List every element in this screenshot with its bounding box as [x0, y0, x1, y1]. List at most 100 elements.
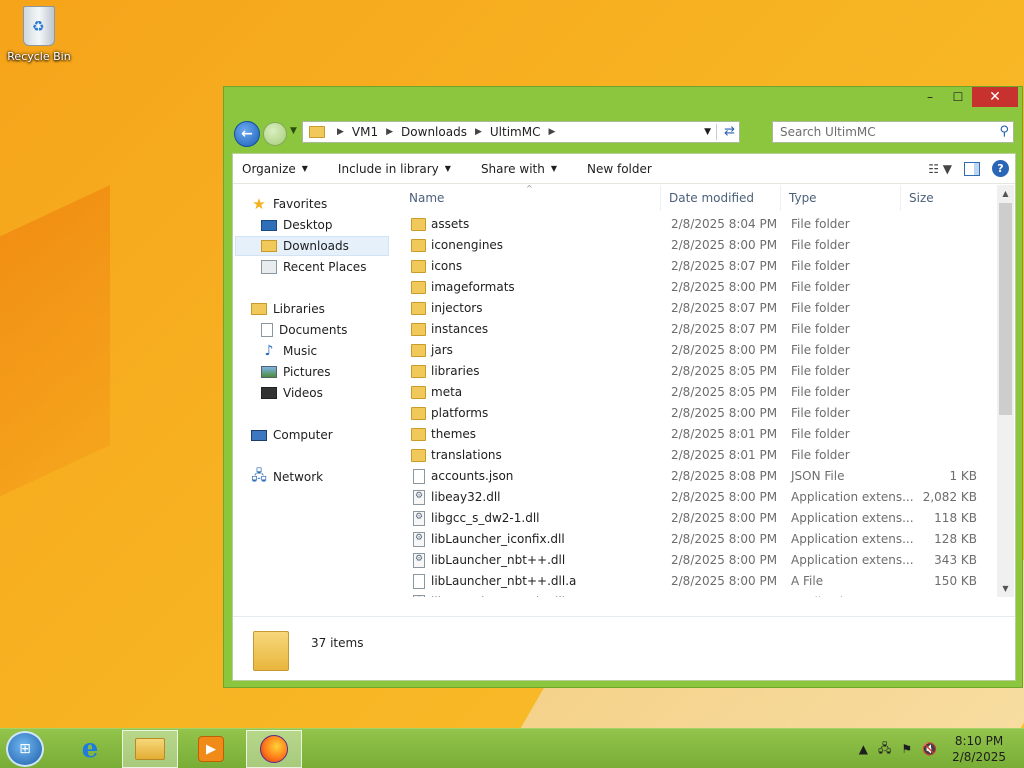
- chevron-right-icon[interactable]: ▶: [337, 127, 344, 137]
- file-row[interactable]: libLauncher_quazip.dll 2/8/2025 8:00 PM Ap…: [401, 592, 999, 597]
- recent-locations-dropdown[interactable]: ▼: [290, 126, 297, 136]
- back-button[interactable]: ←: [234, 121, 260, 147]
- column-header-size[interactable]: Size: [901, 185, 999, 211]
- title-bar[interactable]: – ☐ ✕: [224, 87, 1022, 115]
- file-name: instances: [431, 322, 489, 336]
- nav-item-music[interactable]: ♪ Music: [261, 341, 318, 361]
- taskbar-internet-explorer[interactable]: e: [62, 730, 118, 768]
- show-hidden-icons-icon[interactable]: ▲: [859, 742, 868, 756]
- file-row[interactable]: libLauncher_nbt++.dll 2/8/2025 8:00 PM App…: [401, 550, 999, 571]
- column-header-name[interactable]: Name ^: [401, 185, 661, 211]
- taskbar-file-explorer[interactable]: [122, 730, 178, 768]
- close-button[interactable]: ✕: [972, 87, 1018, 107]
- taskbar-media-player[interactable]: ▶: [183, 730, 239, 768]
- file-size: 314 KB: [934, 595, 977, 597]
- file-name: iconengines: [431, 238, 504, 252]
- dll-file-icon: [413, 595, 425, 597]
- nav-item-favorites[interactable]: ★ Favorites: [251, 194, 327, 214]
- column-header-type[interactable]: Type: [781, 185, 901, 211]
- file-type: File folder: [791, 427, 850, 441]
- vertical-scrollbar[interactable]: ▲ ▼: [997, 185, 1014, 597]
- file-row[interactable]: icons 2/8/2025 8:07 PM File folder: [401, 256, 999, 277]
- share-with-button[interactable]: Share with ▼: [481, 162, 557, 176]
- network-tray-icon[interactable]: 🖧: [878, 739, 891, 760]
- file-row[interactable]: meta 2/8/2025 8:05 PM File folder: [401, 382, 999, 403]
- file-row[interactable]: libLauncher_iconfix.dll 2/8/2025 8:00 PM A…: [401, 529, 999, 550]
- scrollbar-thumb[interactable]: [999, 203, 1012, 415]
- nav-item-libraries[interactable]: Libraries: [251, 299, 325, 319]
- file-row[interactable]: libraries 2/8/2025 8:05 PM File folder: [401, 361, 999, 382]
- clock[interactable]: 8:10 PM 2/8/2025: [952, 733, 1006, 765]
- file-row[interactable]: libgcc_s_dw2-1.dll 2/8/2025 8:00 PM Applic…: [401, 508, 999, 529]
- file-row[interactable]: themes 2/8/2025 8:01 PM File folder: [401, 424, 999, 445]
- scroll-down-icon[interactable]: ▼: [997, 580, 1014, 597]
- folder-icon: [411, 260, 426, 273]
- nav-item-documents[interactable]: Documents: [261, 320, 347, 340]
- nav-item-downloads[interactable]: Downloads: [235, 236, 389, 256]
- minimize-button[interactable]: –: [916, 87, 944, 107]
- chevron-right-icon[interactable]: ▶: [386, 127, 393, 137]
- file-row[interactable]: jars 2/8/2025 8:00 PM File folder: [401, 340, 999, 361]
- nav-item-desktop[interactable]: Desktop: [261, 215, 333, 235]
- volume-muted-icon[interactable]: 🔇: [922, 742, 937, 756]
- search-input[interactable]: Search UltimMC ⚲: [772, 121, 1014, 143]
- file-row[interactable]: translations 2/8/2025 8:01 PM File folder: [401, 445, 999, 466]
- file-row[interactable]: assets 2/8/2025 8:04 PM File folder: [401, 214, 999, 235]
- file-name: jars: [431, 343, 453, 357]
- file-date-modified: 2/8/2025 8:07 PM: [671, 322, 778, 336]
- file-name: libLauncher_nbt++.dll: [431, 553, 566, 567]
- chevron-right-icon[interactable]: ▶: [548, 127, 555, 137]
- breadcrumb-vm1[interactable]: VM1: [352, 125, 378, 139]
- file-row[interactable]: libLauncher_nbt++.dll.a 2/8/2025 8:00 PM A…: [401, 571, 999, 592]
- file-row[interactable]: imageformats 2/8/2025 8:00 PM File folder: [401, 277, 999, 298]
- maximize-button[interactable]: ☐: [944, 87, 972, 107]
- change-view-icon[interactable]: ☷ ▼: [928, 162, 952, 176]
- file-type: File folder: [791, 259, 850, 273]
- chevron-right-icon[interactable]: ▶: [475, 127, 482, 137]
- organize-button[interactable]: Organize ▼: [242, 162, 308, 176]
- file-row[interactable]: injectors 2/8/2025 8:07 PM File folder: [401, 298, 999, 319]
- start-button[interactable]: ⊞: [6, 731, 44, 767]
- back-arrow-icon: ←: [241, 126, 253, 142]
- preview-pane-icon[interactable]: [964, 161, 980, 176]
- refresh-icon[interactable]: ⇄: [724, 124, 735, 139]
- file-row[interactable]: iconengines 2/8/2025 8:00 PM File folder: [401, 235, 999, 256]
- file-row[interactable]: instances 2/8/2025 8:07 PM File folder: [401, 319, 999, 340]
- address-bar[interactable]: ▶ VM1 ▶ Downloads ▶ UltimMC ▶ ▼ ⇄: [302, 121, 740, 143]
- column-header-date-modified[interactable]: Date modified: [661, 185, 781, 211]
- nav-item-computer[interactable]: Computer: [251, 425, 333, 445]
- breadcrumb-ultimmc[interactable]: UltimMC: [490, 125, 541, 139]
- wallpaper-shape: [0, 185, 110, 515]
- taskbar: ⊞ e ▶ ▲ 🖧 ⚑ 🔇 8:10 PM 2/8/2025: [0, 728, 1024, 768]
- nav-item-pictures[interactable]: Pictures: [261, 362, 331, 382]
- file-date-modified: 2/8/2025 8:00 PM: [671, 532, 778, 546]
- file-row[interactable]: libeay32.dll 2/8/2025 8:00 PM Application …: [401, 487, 999, 508]
- breadcrumb-downloads[interactable]: Downloads: [401, 125, 467, 139]
- file-row[interactable]: accounts.json 2/8/2025 8:08 PM JSON File 1 …: [401, 466, 999, 487]
- file-date-modified: 2/8/2025 8:01 PM: [671, 448, 778, 462]
- file-date-modified: 2/8/2025 8:08 PM: [671, 469, 778, 483]
- taskbar-firefox[interactable]: [246, 730, 302, 768]
- file-size: 343 KB: [934, 553, 977, 567]
- chevron-down-icon: ▼: [444, 164, 451, 173]
- address-dropdown-icon[interactable]: ▼: [704, 127, 711, 137]
- search-icon[interactable]: ⚲: [999, 124, 1009, 139]
- desktop-icon-recycle-bin[interactable]: Recycle Bin: [6, 6, 72, 63]
- include-in-library-button[interactable]: Include in library ▼: [338, 162, 451, 176]
- nav-item-recent-places[interactable]: Recent Places: [261, 257, 366, 277]
- action-center-flag-icon[interactable]: ⚑: [901, 742, 912, 756]
- nav-item-videos[interactable]: Videos: [261, 383, 323, 403]
- new-folder-button[interactable]: New folder: [587, 162, 652, 176]
- network-icon: 🖧: [251, 468, 267, 484]
- file-row[interactable]: platforms 2/8/2025 8:00 PM File folder: [401, 403, 999, 424]
- nav-item-network[interactable]: 🖧 Network: [251, 467, 323, 487]
- downloads-folder-icon: [261, 240, 277, 252]
- help-icon[interactable]: ?: [992, 160, 1009, 177]
- forward-button[interactable]: [263, 122, 287, 146]
- file-date-modified: 2/8/2025 8:05 PM: [671, 385, 778, 399]
- file-icon: [413, 469, 425, 484]
- file-icon: [413, 574, 425, 589]
- file-date-modified: 2/8/2025 8:01 PM: [671, 427, 778, 441]
- scroll-up-icon[interactable]: ▲: [997, 185, 1014, 202]
- folder-icon: [253, 631, 289, 671]
